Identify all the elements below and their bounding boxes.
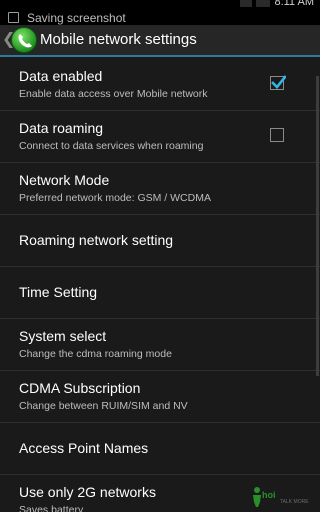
watermark-brand: hoi [262,490,276,500]
setting-label: Use only 2G networks [19,484,156,500]
screenshot-notification-icon [8,12,19,23]
setting-access-point-names[interactable]: Access Point Names [0,423,320,475]
signal-icon [240,0,253,7]
setting-summary: Change between RUIM/SIM and NV [19,400,188,412]
setting-network-mode[interactable]: Network Mode Preferred network mode: GSM… [0,163,320,215]
status-icons: 8:11 AM [240,0,314,8]
phone-handset-icon [18,34,32,48]
setting-time-setting[interactable]: Time Setting [0,267,320,319]
setting-label: CDMA Subscription [19,380,141,396]
watermark-logo: hoi TALK MORE [250,484,316,510]
setting-label: Access Point Names [19,440,149,456]
setting-data-enabled[interactable]: Data enabled Enable data access over Mob… [0,59,320,111]
status-clock: 8:11 AM [274,0,314,8]
data-enabled-checkbox[interactable] [270,75,286,90]
battery-icon [256,0,271,7]
checkmark-icon [271,75,286,89]
setting-label: Time Setting [19,284,98,300]
setting-summary: Preferred network mode: GSM / WCDMA [19,192,211,204]
watermark-tagline: TALK MORE [280,499,309,505]
setting-system-select[interactable]: System select Change the cdma roaming mo… [0,319,320,371]
setting-label: Data roaming [19,120,104,136]
action-bar: ❮ Mobile network settings [0,25,320,57]
notification-text: Saving screenshot [27,11,126,25]
setting-label: System select [19,328,107,344]
data-roaming-checkbox[interactable] [270,128,284,142]
scrollbar[interactable] [316,76,319,376]
setting-summary: Enable data access over Mobile network [19,88,208,100]
setting-label: Network Mode [19,172,110,188]
setting-label: Data enabled [19,68,103,84]
page-title: Mobile network settings [40,31,197,48]
phone-app-icon[interactable] [11,27,37,53]
setting-cdma-subscription[interactable]: CDMA Subscription Change between RUIM/SI… [0,371,320,423]
setting-label: Roaming network setting [19,232,174,248]
setting-roaming-network[interactable]: Roaming network setting [0,215,320,267]
setting-summary: Connect to data services when roaming [19,140,204,152]
setting-summary: Saves battery [19,504,84,512]
status-bar: Saving screenshot 8:11 AM [0,0,320,25]
setting-summary: Change the cdma roaming mode [19,348,172,360]
setting-data-roaming[interactable]: Data roaming Connect to data services wh… [0,111,320,163]
settings-list: Data enabled Enable data access over Mob… [0,59,320,512]
